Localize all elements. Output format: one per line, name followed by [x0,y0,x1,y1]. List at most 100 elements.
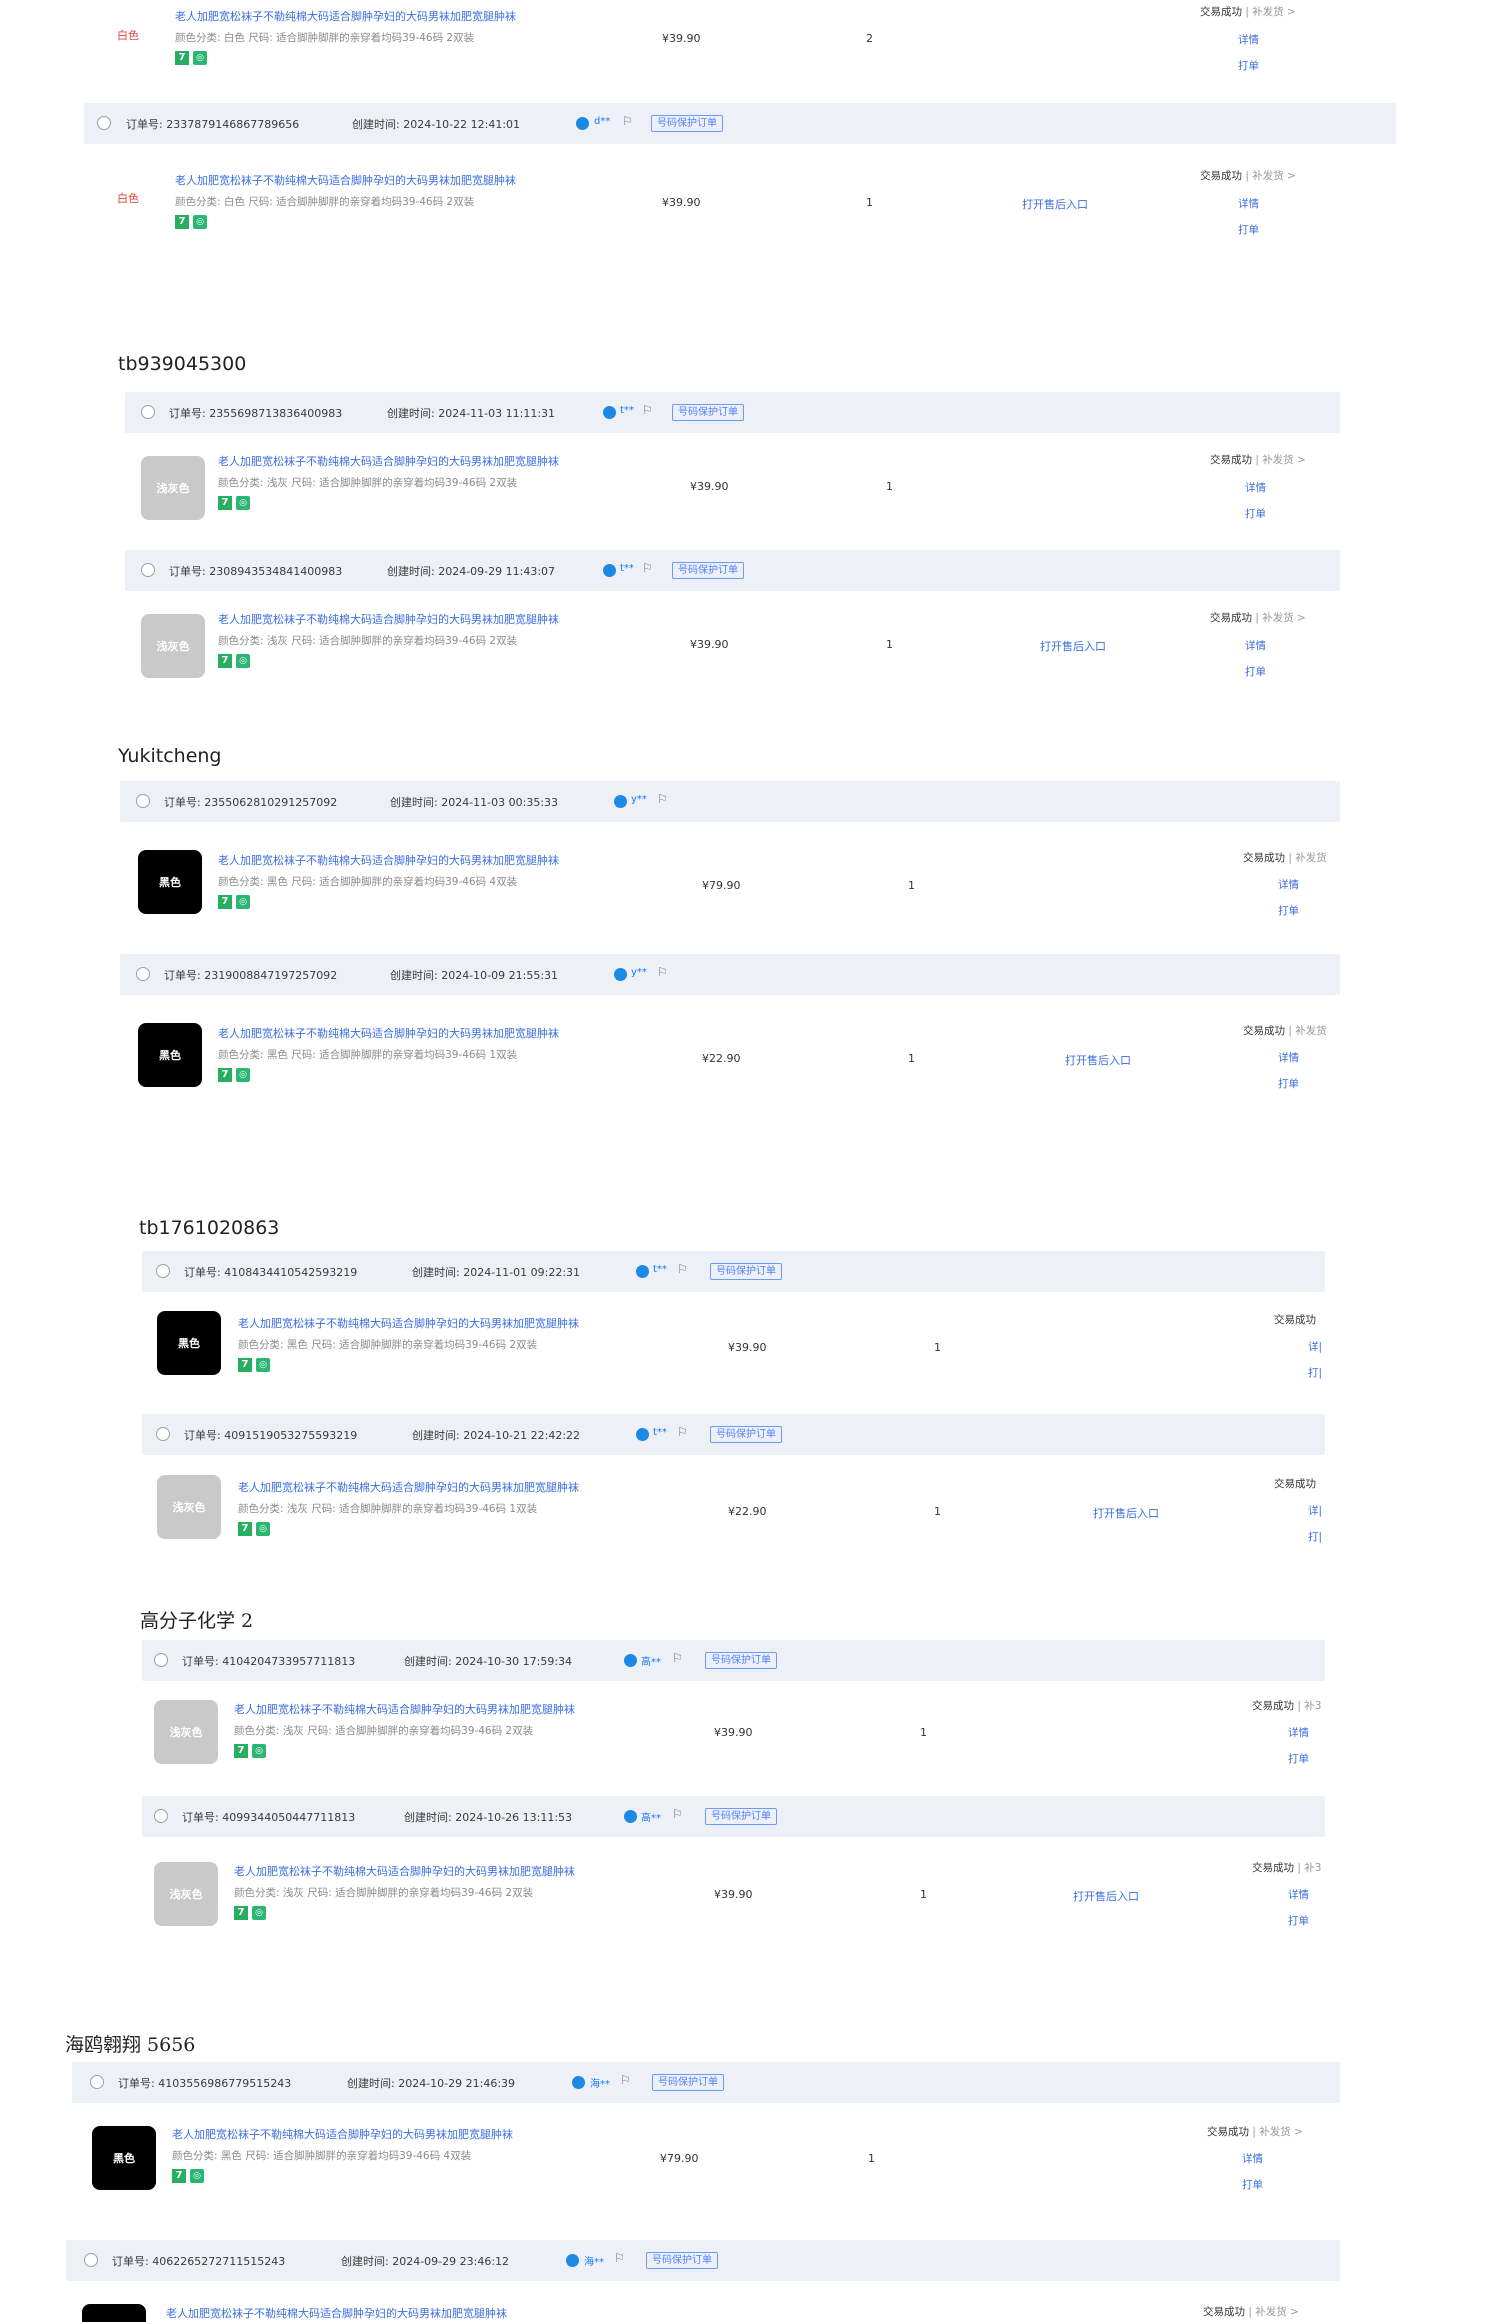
flag-icon[interactable]: ⚐ [620,2073,631,2087]
buyer-nick[interactable]: y** [631,967,647,978]
aftersale-link[interactable]: 打开售后入口 [1093,1505,1159,1521]
buyer-nick[interactable]: y** [631,794,647,805]
flag-icon[interactable]: ⚐ [642,561,653,575]
buyer-nick[interactable]: t** [620,405,634,416]
order-checkbox[interactable] [90,2075,104,2089]
product-thumbnail[interactable]: 黑色 [138,850,202,914]
details-link[interactable]: 详情 [1278,1050,1299,1065]
details-link[interactable]: 详情 [1288,1887,1309,1902]
order-checkbox[interactable] [97,116,111,130]
reissue-link[interactable]: 补发货 > [1262,454,1306,466]
product-title-link[interactable]: 老人加肥宽松袜子不勒纯棉大码适合脚肿孕妇的大码男袜加肥宽腿肿袜 [175,8,516,24]
reissue-link[interactable]: 补发货 > [1252,170,1296,182]
order-checkbox[interactable] [154,1653,168,1667]
product-title-link[interactable]: 老人加肥宽松袜子不勒纯棉大码适合脚肿孕妇的大码男袜加肥宽腿肿袜 [234,1863,575,1879]
details-link[interactable]: 详情 [1238,32,1259,47]
flag-icon[interactable]: ⚐ [677,1425,688,1439]
product-thumbnail[interactable] [82,2304,146,2322]
reissue-link[interactable]: 补发货 > [1259,2126,1303,2138]
product-title-link[interactable]: 老人加肥宽松袜子不勒纯棉大码适合脚肿孕妇的大码男袜加肥宽腿肿袜 [218,453,559,469]
order-checkbox[interactable] [141,563,155,577]
product-title-link[interactable]: 老人加肥宽松袜子不勒纯棉大码适合脚肿孕妇的大码男袜加肥宽腿肿袜 [238,1315,579,1331]
reissue-link[interactable]: 补3 [1304,1862,1321,1874]
print-link[interactable]: 打单 [1288,1913,1309,1928]
details-link[interactable]: 详情 [1242,2151,1263,2166]
details-link[interactable]: 详情 [1278,877,1299,892]
order-checkbox[interactable] [84,2253,98,2267]
product-thumbnail[interactable]: 浅灰色 [141,614,205,678]
print-link[interactable]: 打单 [1278,1076,1299,1091]
order-checkbox[interactable] [136,967,150,981]
details-link[interactable]: 详| [1308,1339,1322,1354]
details-link[interactable]: 详情 [1238,196,1259,211]
flag-icon[interactable]: ⚐ [622,114,633,128]
reissue-link[interactable]: 补发货 [1295,1025,1327,1037]
order-checkbox[interactable] [156,1427,170,1441]
product-title-link[interactable]: 老人加肥宽松袜子不勒纯棉大码适合脚肿孕妇的大码男袜加肥宽腿肿袜 [166,2305,507,2321]
flag-icon[interactable]: ⚐ [672,1807,683,1821]
wangwang-chat-icon[interactable] [603,406,616,419]
product-thumbnail[interactable]: 浅灰色 [157,1475,221,1539]
aftersale-link[interactable]: 打开售后入口 [1065,1052,1131,1068]
wangwang-chat-icon[interactable] [636,1428,649,1441]
aftersale-link[interactable]: 打开售后入口 [1073,1888,1139,1904]
reissue-link[interactable]: 补发货 > [1252,6,1296,18]
product-title-link[interactable]: 老人加肥宽松袜子不勒纯棉大码适合脚肿孕妇的大码男袜加肥宽腿肿袜 [234,1701,575,1717]
product-thumbnail[interactable]: 黑色 [92,2126,156,2190]
product-title-link[interactable]: 老人加肥宽松袜子不勒纯棉大码适合脚肿孕妇的大码男袜加肥宽腿肿袜 [238,1479,579,1495]
product-title-link[interactable]: 老人加肥宽松袜子不勒纯棉大码适合脚肿孕妇的大码男袜加肥宽腿肿袜 [175,172,516,188]
wangwang-chat-icon[interactable] [576,117,589,130]
details-link[interactable]: 详情 [1245,638,1266,653]
flag-icon[interactable]: ⚐ [614,2251,625,2265]
order-checkbox[interactable] [154,1809,168,1823]
print-link[interactable]: 打单 [1245,506,1266,521]
wangwang-chat-icon[interactable] [614,968,627,981]
print-link[interactable]: 打单 [1242,2177,1263,2192]
details-link[interactable]: 详| [1308,1503,1322,1518]
product-title-link[interactable]: 老人加肥宽松袜子不勒纯棉大码适合脚肿孕妇的大码男袜加肥宽腿肿袜 [218,611,559,627]
product-thumbnail[interactable]: 浅灰色 [141,456,205,520]
wangwang-chat-icon[interactable] [624,1654,637,1667]
print-link[interactable]: 打| [1308,1529,1322,1544]
print-link[interactable]: 打单 [1288,1751,1309,1766]
flag-icon[interactable]: ⚐ [657,965,668,979]
buyer-nick[interactable]: 高** [641,1809,661,1824]
order-checkbox[interactable] [136,794,150,808]
product-thumbnail[interactable]: 黑色 [138,1023,202,1087]
buyer-nick[interactable]: 海** [584,2253,604,2268]
product-thumbnail[interactable]: 浅灰色 [154,1862,218,1926]
wangwang-chat-icon[interactable] [614,795,627,808]
details-link[interactable]: 详情 [1245,480,1266,495]
flag-icon[interactable]: ⚐ [677,1262,688,1276]
details-link[interactable]: 详情 [1288,1725,1309,1740]
wangwang-chat-icon[interactable] [624,1810,637,1823]
order-checkbox[interactable] [141,405,155,419]
wangwang-chat-icon[interactable] [572,2076,585,2089]
order-checkbox[interactable] [156,1264,170,1278]
flag-icon[interactable]: ⚐ [657,792,668,806]
buyer-nick[interactable]: t** [653,1264,667,1275]
flag-icon[interactable]: ⚐ [642,403,653,417]
wangwang-chat-icon[interactable] [603,564,616,577]
product-title-link[interactable]: 老人加肥宽松袜子不勒纯棉大码适合脚肿孕妇的大码男袜加肥宽腿肿袜 [218,852,559,868]
print-link[interactable]: 打单 [1238,222,1259,237]
aftersale-link[interactable]: 打开售后入口 [1022,196,1088,212]
print-link[interactable]: 打单 [1278,903,1299,918]
print-link[interactable]: 打| [1308,1365,1322,1380]
print-link[interactable]: 打单 [1245,664,1266,679]
print-link[interactable]: 打单 [1238,58,1259,73]
reissue-link[interactable]: 补3 [1304,1700,1321,1712]
aftersale-link[interactable]: 打开售后入口 [1040,638,1106,654]
buyer-nick[interactable]: 海** [590,2075,610,2090]
flag-icon[interactable]: ⚐ [672,1651,683,1665]
wangwang-chat-icon[interactable] [566,2254,579,2267]
reissue-link[interactable]: 补发货 [1295,852,1327,864]
reissue-link[interactable]: 补发货 > [1255,2306,1299,2318]
reissue-link[interactable]: 补发货 > [1262,612,1306,624]
buyer-nick[interactable]: t** [620,563,634,574]
wangwang-chat-icon[interactable] [636,1265,649,1278]
product-thumbnail[interactable]: 浅灰色 [154,1700,218,1764]
buyer-nick[interactable]: 高** [641,1653,661,1668]
product-title-link[interactable]: 老人加肥宽松袜子不勒纯棉大码适合脚肿孕妇的大码男袜加肥宽腿肿袜 [172,2126,513,2142]
product-title-link[interactable]: 老人加肥宽松袜子不勒纯棉大码适合脚肿孕妇的大码男袜加肥宽腿肿袜 [218,1025,559,1041]
